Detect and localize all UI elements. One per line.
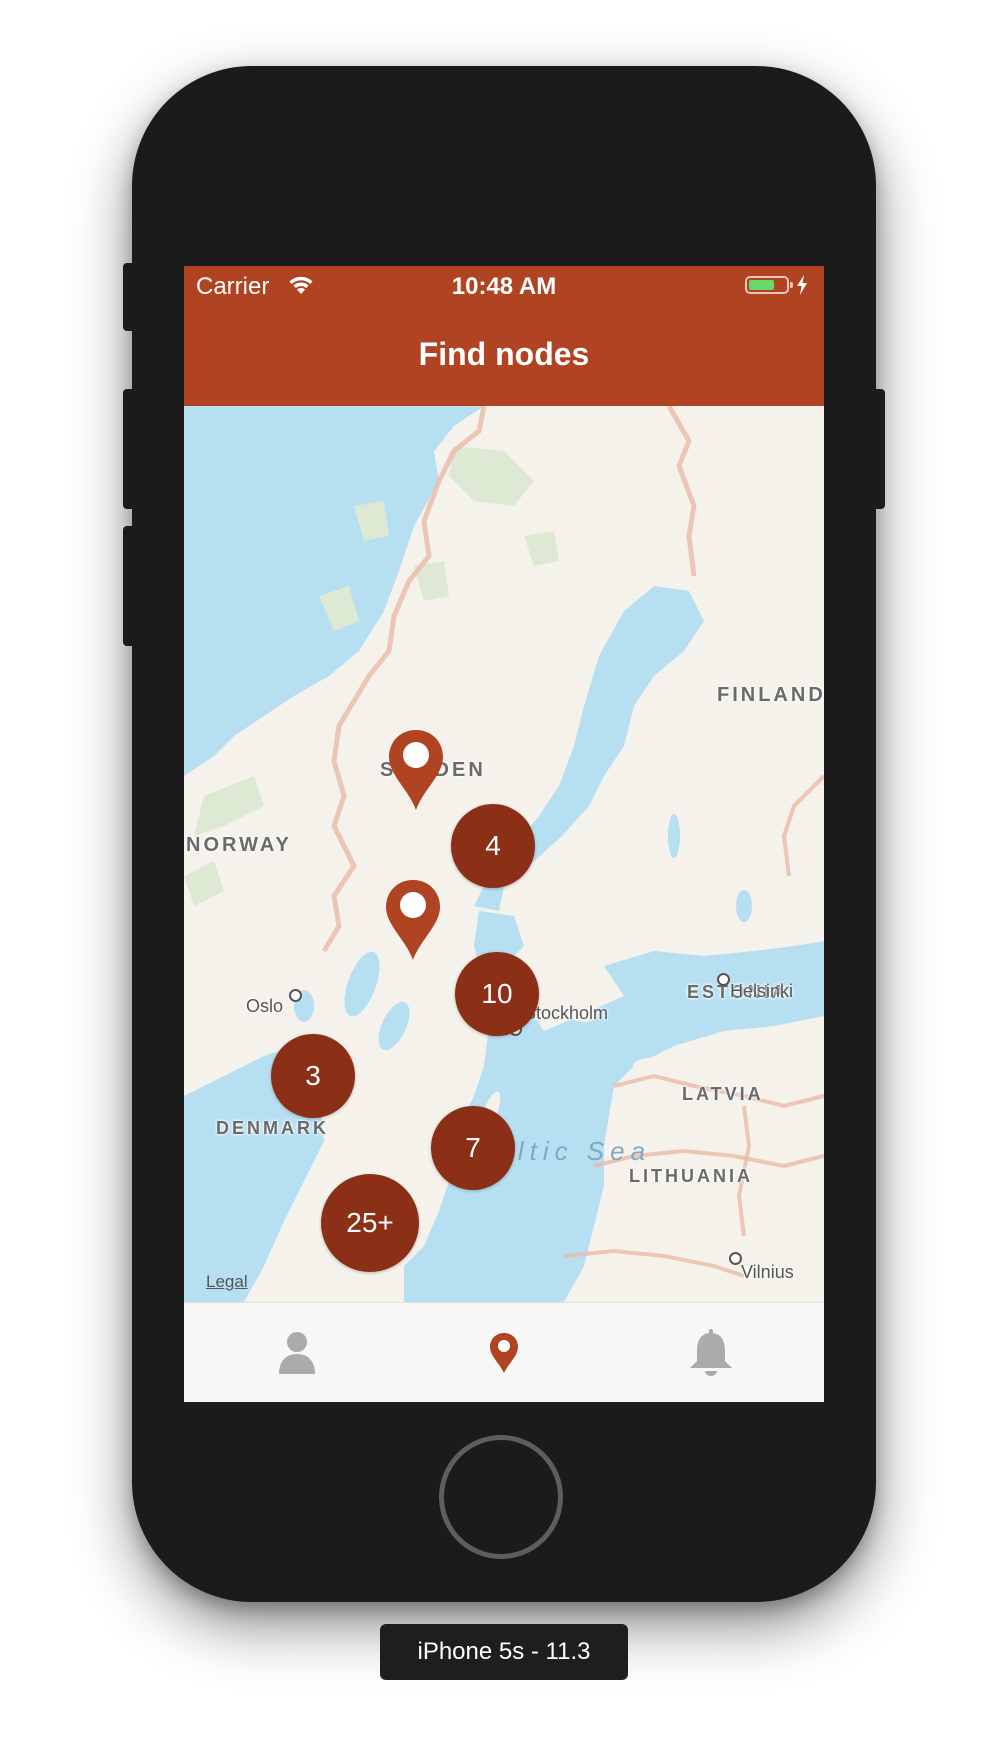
map-cluster[interactable]: 25+	[321, 1174, 419, 1272]
simulator-device-label: iPhone 5s - 11.3	[380, 1624, 628, 1680]
volume-up-button	[123, 389, 135, 509]
country-label-latvia: LATVIA	[682, 1084, 764, 1104]
battery-fill	[749, 280, 774, 290]
power-button	[873, 389, 885, 509]
city-dot-oslo	[289, 989, 302, 1002]
map-pin-icon	[489, 1333, 518, 1373]
volume-down-button	[123, 526, 135, 646]
country-label-lithuania: LITHUANIA	[629, 1166, 753, 1186]
map-cluster[interactable]: 10	[455, 952, 539, 1036]
country-label-norway: NORWAY	[186, 834, 292, 856]
map-pin-icon[interactable]	[387, 728, 445, 812]
person-icon	[278, 1332, 315, 1374]
city-label-vilnius: Vilnius	[741, 1262, 794, 1282]
battery-icon	[745, 276, 793, 294]
tab-notifications[interactable]	[604, 1303, 817, 1402]
city-label-helsinki: Helsinki	[730, 981, 794, 1001]
map-cluster[interactable]: 3	[271, 1034, 355, 1118]
page-title: Find nodes	[418, 336, 590, 372]
clock: 10:48 AM	[451, 273, 557, 300]
map-pin-icon[interactable]	[384, 878, 442, 962]
country-label-denmark: DENMARK	[216, 1118, 329, 1138]
city-dot-helsinki	[717, 973, 730, 986]
status-bar: Carrier 10:48 AM	[184, 266, 824, 306]
map-view[interactable]: FINLAND SWEDEN NORWAY ESTONIA LATVIA LIT…	[184, 406, 824, 1302]
tab-bar	[184, 1302, 824, 1402]
bolt-icon	[797, 275, 807, 295]
city-label-oslo: Oslo	[246, 996, 284, 1016]
tab-profile[interactable]	[190, 1303, 403, 1402]
map-cluster[interactable]: 4	[451, 804, 535, 888]
country-label-finland: FINLAND	[717, 684, 824, 706]
navigation-bar: Find nodes	[184, 306, 824, 406]
tab-map[interactable]	[397, 1303, 610, 1402]
bell-icon	[689, 1329, 732, 1376]
app-screen: Carrier 10:48 AM Find nodes FINLAND NORW…	[184, 266, 824, 1402]
silent-switch	[123, 263, 135, 331]
legal-link[interactable]: Legal	[206, 1272, 248, 1292]
home-button[interactable]	[439, 1435, 563, 1559]
map-cluster[interactable]: 7	[431, 1106, 515, 1190]
